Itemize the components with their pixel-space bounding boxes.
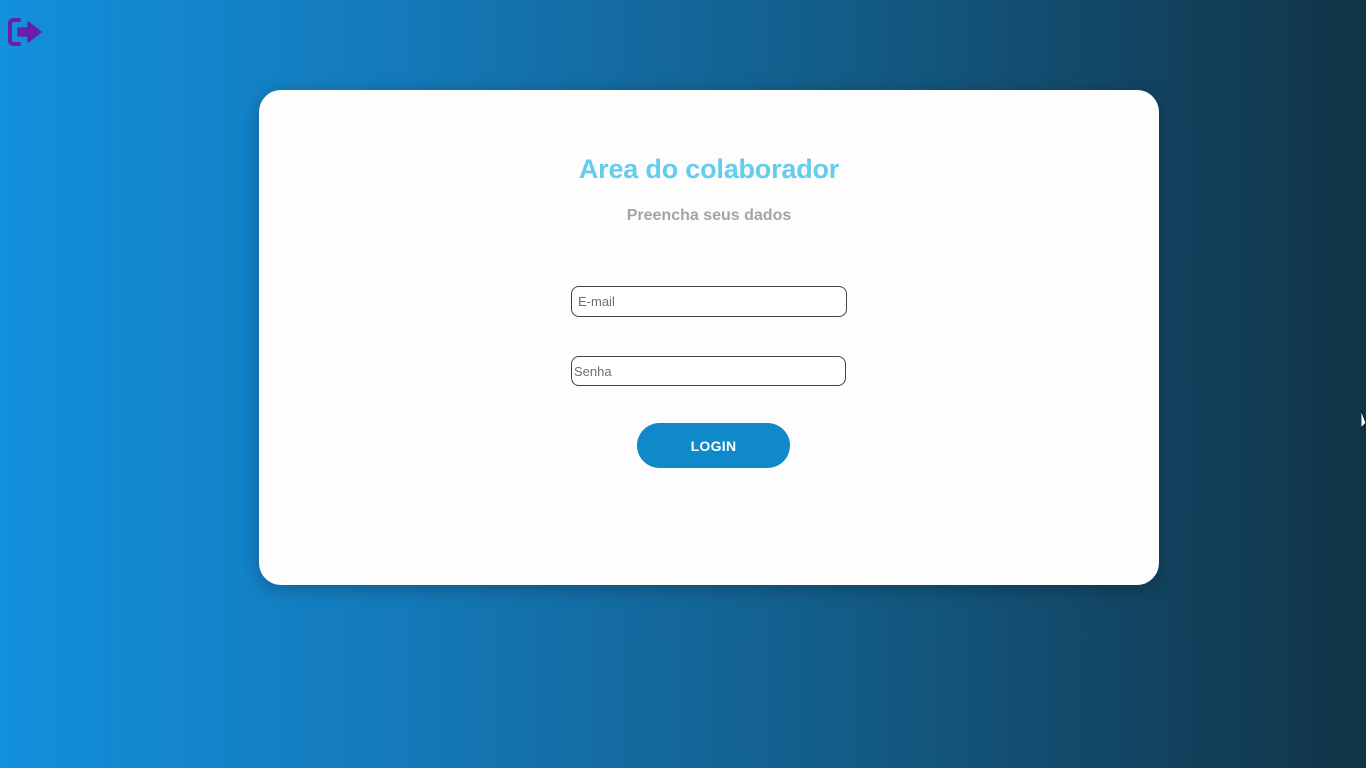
page-subtitle: Preencha seus dados — [626, 207, 792, 224]
password-field[interactable] — [571, 356, 846, 386]
login-button[interactable]: LOGIN — [637, 423, 790, 468]
page-title: Area do colaborador — [578, 154, 840, 184]
email-field[interactable] — [571, 286, 847, 317]
mouse-cursor-icon — [1361, 410, 1366, 429]
logout-icon — [8, 18, 42, 46]
logout-button[interactable] — [8, 17, 42, 47]
login-card: Area do colaborador Preencha seus dados … — [259, 90, 1159, 585]
